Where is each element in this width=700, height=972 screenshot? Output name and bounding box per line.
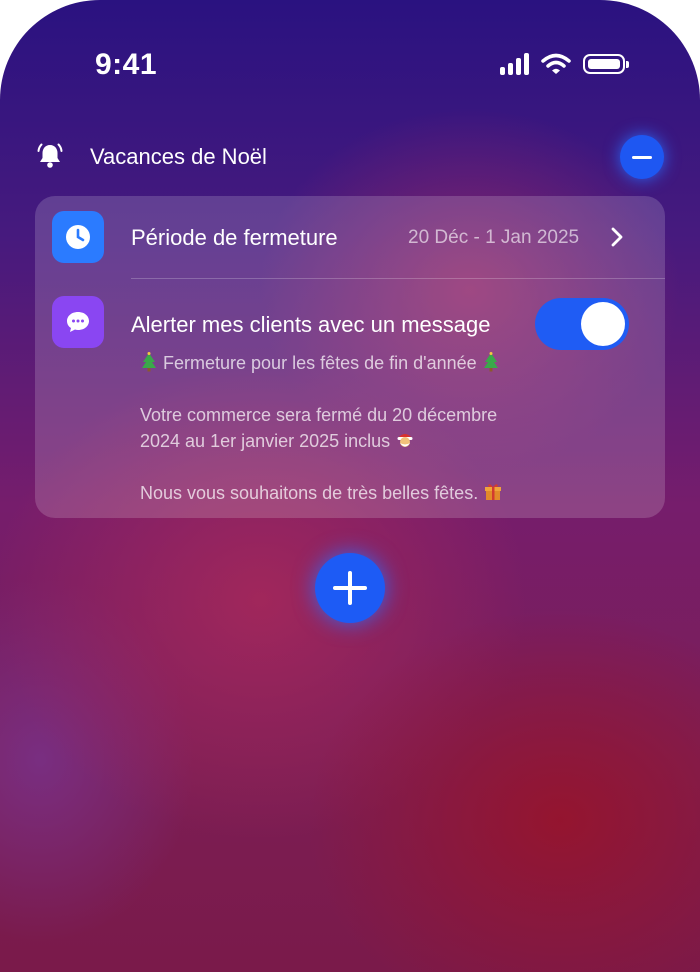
message-line-1: Fermeture pour les fêtes de fin d'année bbox=[140, 350, 640, 376]
message-bubble-icon bbox=[52, 296, 104, 348]
chevron-right-icon bbox=[611, 227, 623, 247]
gift-icon bbox=[485, 484, 502, 500]
add-closure-button[interactable] bbox=[315, 553, 385, 623]
remove-closure-button[interactable] bbox=[620, 135, 664, 179]
clock-icon bbox=[52, 211, 104, 263]
signal-icon bbox=[500, 53, 529, 75]
message-line-2: Votre commerce sera fermé du 20 décembre bbox=[140, 405, 498, 425]
message-line-4: Nous vous souhaitons de très belles fête… bbox=[140, 480, 640, 506]
minus-icon bbox=[632, 155, 652, 159]
message-line-3: 2024 au 1er janvier 2025 inclus bbox=[140, 428, 640, 454]
client-alert-toggle[interactable] bbox=[535, 298, 629, 350]
closure-period-row[interactable]: Période de fermeture 20 Déc - 1 Jan 2025 bbox=[35, 196, 665, 278]
battery-icon bbox=[583, 54, 629, 74]
client-alert-label: Alerter mes clients avec un message bbox=[131, 312, 491, 337]
closure-settings-card: Période de fermeture 20 Déc - 1 Jan 2025… bbox=[35, 196, 665, 518]
status-icons bbox=[500, 53, 629, 75]
divider bbox=[131, 278, 665, 279]
closure-period-value: 20 Déc - 1 Jan 2025 bbox=[408, 227, 580, 248]
closure-header: Vacances de Noël bbox=[0, 135, 700, 179]
message-line-3-text: 2024 au 1er janvier 2025 inclus bbox=[140, 431, 391, 451]
message-line-1-text: Fermeture pour les fêtes de fin d'année bbox=[163, 353, 477, 373]
closure-period-label: Période de fermeture bbox=[131, 225, 338, 250]
christmas-tree-icon bbox=[483, 352, 498, 372]
message-line-4-text: Nous vous souhaitons de très belles fête… bbox=[140, 483, 479, 503]
alert-message: Fermeture pour les fêtes de fin d'année … bbox=[140, 350, 640, 506]
phone-screen: 9:41 Vacances de Noël Période de fermetu… bbox=[0, 0, 700, 972]
bell-icon bbox=[37, 143, 63, 168]
toggle-knob bbox=[581, 302, 625, 346]
status-time: 9:41 bbox=[95, 48, 158, 81]
closure-title: Vacances de Noël bbox=[90, 144, 267, 169]
wifi-icon bbox=[541, 53, 571, 74]
santa-face-icon bbox=[397, 434, 413, 447]
status-bar: 9:41 bbox=[0, 0, 700, 130]
christmas-tree-icon bbox=[142, 352, 156, 372]
